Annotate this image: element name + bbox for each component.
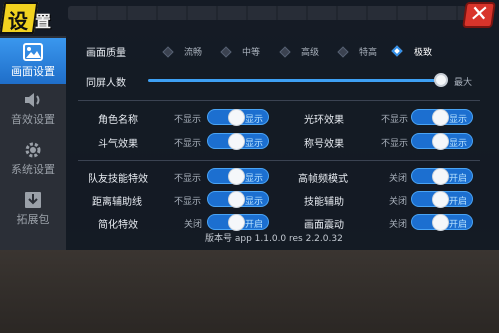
toggle-off-text: 关闭	[389, 220, 408, 230]
toggle-on-text: 显示	[448, 115, 467, 125]
quality-option-medium-label[interactable]: 中等	[242, 45, 260, 58]
role-name-toggle[interactable]: 显示	[207, 109, 269, 126]
toggle-knob	[228, 109, 245, 126]
sidebar-item-display[interactable]: 画面设置	[0, 38, 66, 84]
game-scene-background	[0, 250, 499, 333]
gear-icon	[25, 142, 41, 158]
quality-option-medium-radio[interactable]	[220, 46, 232, 58]
toggle-on-text: 显示	[448, 139, 467, 149]
setting-label: 称号效果	[304, 139, 344, 150]
toggle-off-text: 不显示	[381, 139, 409, 149]
toggle-knob	[228, 191, 245, 208]
setting-label: 光环效果	[304, 115, 344, 126]
close-button[interactable]: ✕	[462, 2, 496, 28]
title-char-2: 置	[35, 12, 52, 31]
setting-label: 角色名称	[98, 115, 138, 126]
quality-option-high-label[interactable]: 高级	[301, 45, 319, 58]
toggle-knob	[432, 109, 449, 126]
sidebar-item-label: 系统设置	[11, 163, 55, 176]
toggle-off-text: 不显示	[174, 174, 202, 184]
toggle-on-text: 开启	[448, 174, 467, 184]
toggle-off-text: 关闭	[389, 197, 408, 207]
quality-option-ultra-radio[interactable]	[391, 45, 403, 57]
players-max-label: 最大	[454, 78, 473, 88]
section-divider	[78, 160, 480, 161]
quality-option-veryhigh-radio[interactable]	[337, 46, 349, 58]
download-icon	[25, 192, 41, 208]
settings-title: 设 置	[0, 2, 56, 34]
sidebar-item-sound[interactable]: 音效设置	[0, 86, 66, 132]
quality-label: 画面质量	[86, 48, 126, 59]
quality-option-smooth-radio[interactable]	[162, 46, 174, 58]
toggle-knob	[432, 191, 449, 208]
toggle-off-text: 不显示	[174, 139, 202, 149]
simplified-effects-toggle[interactable]: 开启	[207, 214, 269, 231]
sidebar-item-extension[interactable]: 拓展包	[0, 186, 66, 232]
players-slider-track[interactable]	[148, 79, 440, 82]
quality-option-veryhigh-label[interactable]: 特高	[359, 45, 377, 58]
toggle-off-text: 关闭	[184, 220, 203, 230]
toggle-off-text: 不显示	[174, 197, 202, 207]
setting-label: 斗气效果	[98, 139, 138, 150]
toggle-knob	[228, 214, 245, 231]
speaker-icon	[25, 93, 40, 107]
toggle-knob	[432, 168, 449, 185]
quality-option-smooth-label[interactable]: 流畅	[184, 45, 202, 58]
screen-shake-toggle[interactable]: 开启	[411, 214, 473, 231]
toggle-off-text: 不显示	[381, 115, 409, 125]
toggle-knob	[432, 214, 449, 231]
toggle-knob	[228, 168, 245, 185]
high-fps-toggle[interactable]: 开启	[411, 168, 473, 185]
distance-guide-toggle[interactable]: 显示	[207, 191, 269, 208]
players-label: 同屏人数	[86, 78, 126, 89]
skill-assist-toggle[interactable]: 开启	[411, 191, 473, 208]
aura-effect-toggle[interactable]: 显示	[207, 133, 269, 150]
setting-label: 高帧频模式	[298, 174, 348, 185]
toggle-on-text: 显示	[244, 174, 263, 184]
toggle-off-text: 不显示	[174, 115, 202, 125]
toggle-on-text: 开启	[448, 220, 467, 230]
sidebar-item-label: 音效设置	[11, 113, 55, 126]
sidebar-item-label: 画面设置	[11, 65, 55, 78]
toggle-on-text: 开启	[448, 197, 467, 207]
toggle-on-text: 开启	[244, 220, 263, 230]
sidebar-item-system[interactable]: 系统设置	[0, 136, 66, 182]
settings-panel: 设 置 ✕ 画面设置 音效设置 系统设置 拓展包 画面质量 流畅 中等 高级 特…	[0, 0, 499, 250]
halo-effect-toggle[interactable]: 显示	[411, 109, 473, 126]
toggle-knob	[228, 133, 245, 150]
setting-label: 距离辅助线	[92, 197, 142, 208]
setting-label: 画面震动	[304, 220, 344, 231]
toggle-on-text: 显示	[244, 139, 263, 149]
toggle-off-text: 关闭	[389, 174, 408, 184]
section-divider	[78, 100, 480, 101]
title-effect-toggle[interactable]: 显示	[411, 133, 473, 150]
title-char-1: 设	[8, 9, 28, 33]
close-icon: ✕	[468, 2, 491, 27]
sidebar-item-label: 拓展包	[16, 213, 50, 226]
setting-label: 简化特效	[98, 220, 138, 231]
top-decor-bar	[68, 6, 466, 20]
setting-label: 技能辅助	[304, 197, 344, 208]
version-text: 版本号 app 1.1.0.0 res 2.2.0.32	[205, 234, 343, 244]
settings-content: 画面质量 流畅 中等 高级 特高 极致 同屏人数 最大 角色名称 不显示 显示 …	[68, 36, 494, 246]
image-icon	[23, 43, 43, 61]
quality-option-ultra-label[interactable]: 极致	[414, 45, 432, 58]
toggle-knob	[432, 133, 449, 150]
toggle-on-text: 显示	[244, 115, 263, 125]
sidebar: 画面设置 音效设置 系统设置 拓展包	[0, 36, 66, 250]
teammate-skill-toggle[interactable]: 显示	[207, 168, 269, 185]
toggle-on-text: 显示	[244, 197, 263, 207]
setting-label: 队友技能特效	[88, 174, 148, 185]
players-slider-handle[interactable]	[434, 73, 448, 87]
quality-option-high-radio[interactable]	[279, 46, 291, 58]
